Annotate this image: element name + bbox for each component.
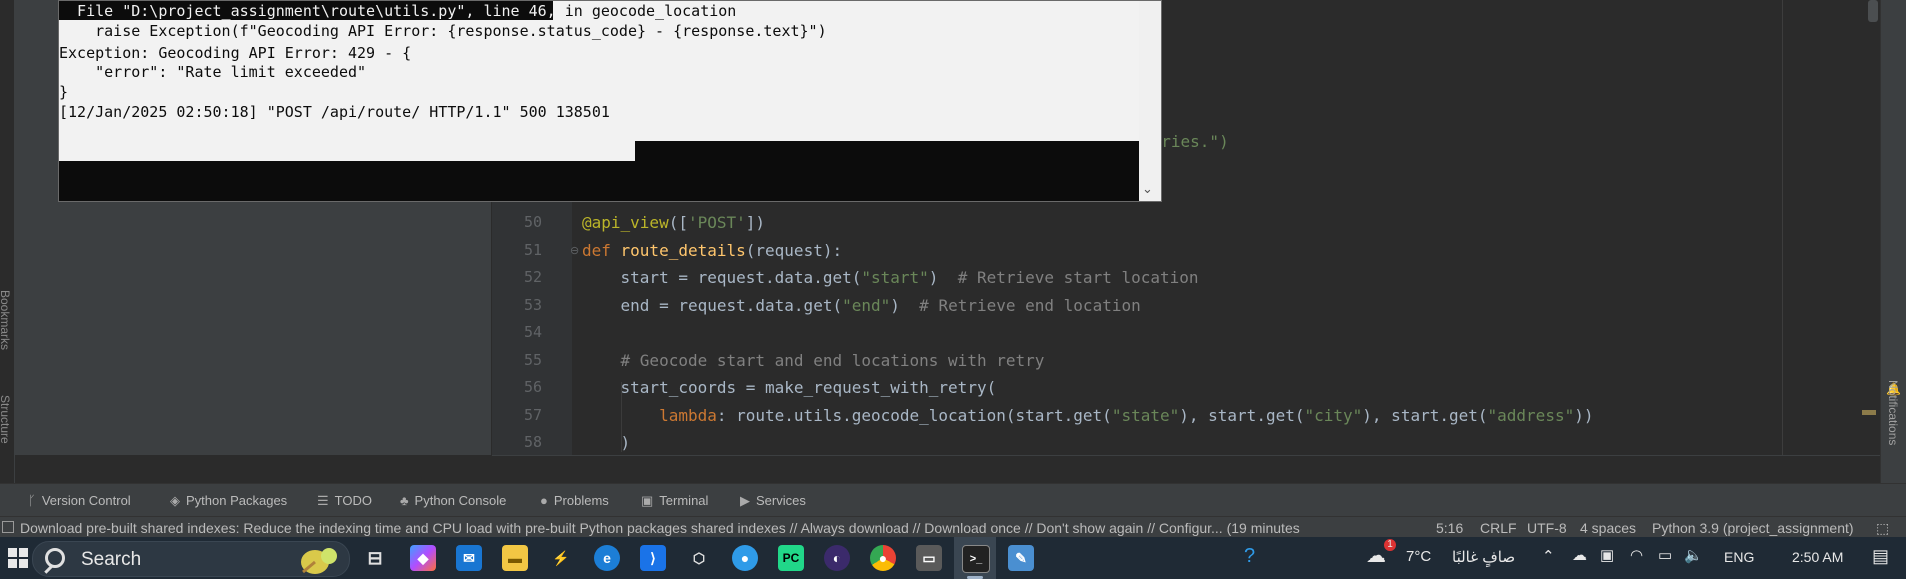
help-icon[interactable]: ? bbox=[1244, 545, 1255, 568]
terminal-line: } bbox=[59, 83, 69, 101]
terminal-line: [12/Jan/2025 02:50:18] "POST /api/route/… bbox=[59, 103, 610, 121]
warning-icon: ● bbox=[540, 493, 548, 508]
mail-icon[interactable]: ✉ bbox=[456, 545, 482, 571]
terminal-selection-tail bbox=[59, 141, 635, 161]
pycharm-icon[interactable]: PC bbox=[778, 545, 804, 571]
structure-tab[interactable]: Structure bbox=[0, 395, 12, 444]
tool-python-packages[interactable]: ◈ Python Packages bbox=[170, 493, 287, 509]
terminal-line: raise Exception(f"Geocoding API Error: {… bbox=[59, 22, 827, 40]
chrome-icon[interactable]: ● bbox=[870, 545, 896, 571]
line-number: 50 bbox=[523, 213, 542, 231]
services-icon: ▶ bbox=[740, 493, 750, 508]
search-label: Search bbox=[81, 549, 142, 570]
code-line-51: def route_details(request): bbox=[582, 241, 843, 260]
tool-version-control[interactable]: ᚴ Version Control bbox=[28, 493, 131, 508]
vscode-icon[interactable]: ⟩ bbox=[640, 545, 666, 571]
code-line-53: end = request.data.get("end") # Retrieve… bbox=[582, 296, 1141, 315]
status-bar: Download pre-built shared indexes: Reduc… bbox=[0, 516, 1906, 538]
language-indicator[interactable]: ENG bbox=[1724, 549, 1754, 565]
weather-temp[interactable]: 7°C bbox=[1406, 548, 1431, 565]
terminal-line: Exception: Geocoding API Error: 429 - { bbox=[59, 44, 412, 62]
line-number: 51 bbox=[523, 241, 542, 259]
bookmarks-tab[interactable]: Bookmarks bbox=[0, 290, 12, 350]
line-number: 53 bbox=[523, 296, 542, 314]
command-prompt-icon[interactable]: >_ bbox=[962, 545, 990, 573]
editor-scrollbar[interactable] bbox=[1868, 0, 1878, 22]
code-line-57: lambda: route.utils.geocode_location(sta… bbox=[582, 406, 1594, 425]
status-square-icon[interactable] bbox=[2, 521, 14, 533]
terminal-popup[interactable]: File "D:\project_assignment\route\utils.… bbox=[58, 0, 1162, 202]
taskbar-search[interactable]: Search bbox=[32, 541, 350, 577]
file-encoding[interactable]: UTF-8 bbox=[1527, 520, 1567, 536]
chevron-down-icon[interactable]: ⌄ bbox=[1142, 181, 1153, 197]
line-separator[interactable]: CRLF bbox=[1480, 520, 1517, 536]
wifi-icon[interactable]: ◠ bbox=[1630, 546, 1643, 564]
windows-start-icon[interactable] bbox=[8, 548, 28, 568]
file-explorer-icon[interactable]: ▬ bbox=[502, 545, 528, 571]
horizontal-scrollbar[interactable] bbox=[492, 455, 1880, 484]
line-number: 55 bbox=[523, 351, 542, 369]
copilot-icon[interactable]: ◆ bbox=[410, 545, 436, 571]
tool-python-console[interactable]: ♣ Python Console bbox=[400, 493, 506, 508]
right-margin-guide bbox=[1782, 0, 1783, 455]
windows-taskbar: Search ⊟ ◆ ✉ ▬ ⚡ e ⟩ ⬡ ● PC ◐ ● ▭ >_ ✎ ?… bbox=[0, 537, 1906, 579]
task-view-icon[interactable]: ⊟ bbox=[362, 545, 388, 571]
code-line-58: ) bbox=[582, 433, 631, 452]
tool-todo[interactable]: ☰ TODO bbox=[317, 493, 372, 509]
list-icon: ☰ bbox=[317, 493, 329, 508]
fold-icon[interactable]: ⊖ bbox=[570, 244, 579, 257]
tool-window-bar: ᚴ Version Control ◈ Python Packages ☰ TODO … bbox=[0, 483, 1906, 517]
terminal-selection: File "D:\project_assignment\route\utils.… bbox=[59, 1, 1139, 141]
line-number: 58 bbox=[523, 433, 542, 451]
code-line-50: @api_view(['POST']) bbox=[582, 213, 766, 232]
line-number: 56 bbox=[523, 378, 542, 396]
weather-icon[interactable]: ☁ bbox=[1366, 543, 1386, 568]
python-interpreter[interactable]: Python 3.9 (project_assignment) bbox=[1652, 520, 1854, 536]
search-icon-handle bbox=[44, 565, 53, 574]
circle-app-icon[interactable]: ◐ bbox=[824, 545, 850, 571]
terminal-line: "error": "Rate limit exceeded" bbox=[59, 63, 367, 81]
edge-icon[interactable]: e bbox=[594, 545, 620, 571]
terminal-line: File "D:\project_assignment\route\utils.… bbox=[59, 2, 737, 20]
cloud-icon[interactable]: ☁ bbox=[1572, 546, 1587, 564]
search-icon bbox=[45, 548, 65, 568]
weather-desc[interactable]: صافٍ غالبًا bbox=[1452, 548, 1515, 566]
chevron-up-icon[interactable]: ⌃ bbox=[1542, 547, 1555, 565]
caret-position[interactable]: 5:16 bbox=[1436, 520, 1463, 536]
error-stripe-marker[interactable] bbox=[1862, 410, 1876, 415]
code-line-56: start_coords = make_request_with_retry( bbox=[582, 378, 997, 397]
left-tool-strip: Bookmarks Structure bbox=[0, 0, 15, 483]
tool-services[interactable]: ▶ Services bbox=[740, 493, 806, 509]
branch-icon: ᚴ bbox=[28, 493, 36, 508]
power-automate-icon[interactable]: ⚡ bbox=[548, 545, 574, 571]
battery-icon[interactable]: ▭ bbox=[1658, 546, 1672, 564]
window-app-icon[interactable]: ▭ bbox=[916, 545, 942, 571]
clock[interactable]: 2:50 AM bbox=[1792, 549, 1843, 565]
tennis-highlight-icon bbox=[301, 548, 337, 574]
layers-icon: ◈ bbox=[170, 493, 180, 508]
chat-app-icon[interactable]: ● bbox=[732, 545, 758, 571]
code-line-52: start = request.data.get("start") # Retr… bbox=[582, 268, 1199, 287]
python-icon: ♣ bbox=[400, 493, 409, 508]
notifications-tab[interactable]: Notifications bbox=[1886, 380, 1900, 445]
indent-guide bbox=[621, 382, 622, 452]
terminal-scrollbar[interactable] bbox=[1139, 1, 1161, 201]
line-number: 57 bbox=[523, 406, 542, 424]
tool-problems[interactable]: ● Problems bbox=[540, 493, 609, 508]
line-number: 54 bbox=[523, 323, 542, 341]
cube-icon[interactable]: ⬡ bbox=[686, 545, 712, 571]
line-number: 52 bbox=[523, 268, 542, 286]
indent-setting[interactable]: 4 spaces bbox=[1580, 520, 1636, 536]
weather-badge: 1 bbox=[1384, 539, 1396, 551]
code-line-55: # Geocode start and end locations with r… bbox=[582, 351, 1045, 370]
terminal-icon: ▣ bbox=[641, 493, 654, 508]
notification-center-icon[interactable]: ▤ bbox=[1872, 546, 1889, 567]
lock-icon[interactable]: ⬚ bbox=[1876, 520, 1889, 537]
status-message[interactable]: Download pre-built shared indexes: Reduc… bbox=[20, 520, 1300, 536]
tool-terminal[interactable]: ▣ Terminal bbox=[641, 493, 708, 509]
device-icon[interactable]: ▣ bbox=[1600, 546, 1614, 564]
volume-icon[interactable]: 🔈 bbox=[1684, 546, 1703, 564]
notepad-icon[interactable]: ✎ bbox=[1008, 545, 1034, 571]
